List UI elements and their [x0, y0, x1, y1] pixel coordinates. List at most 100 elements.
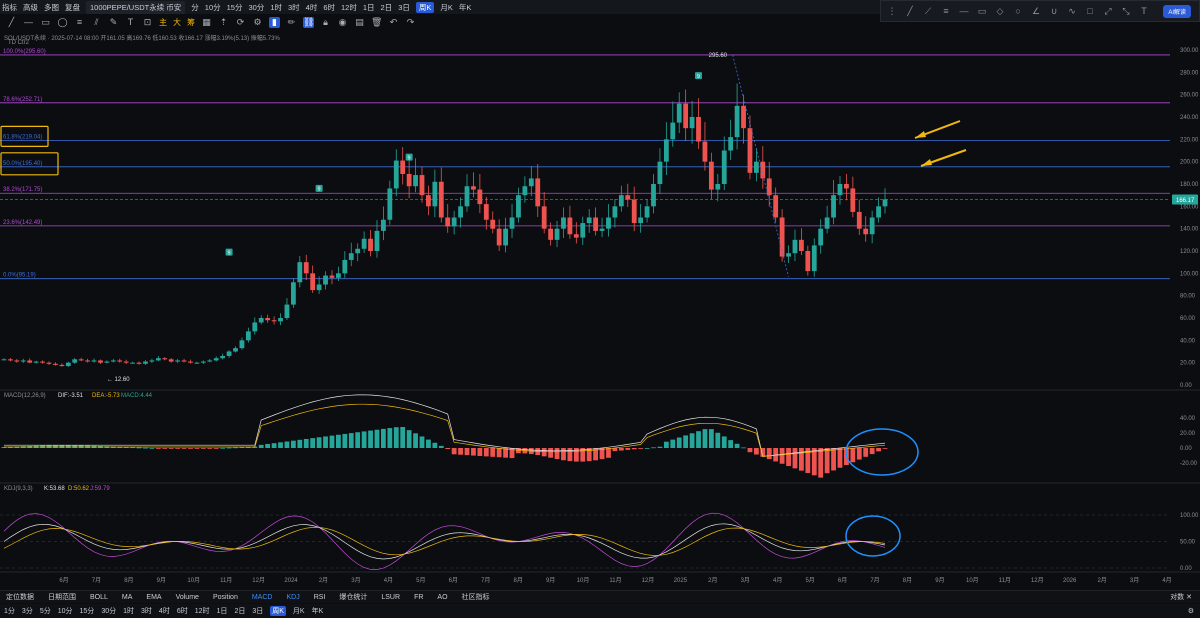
ib-6h[interactable]: 6时	[177, 606, 188, 616]
macd-bar	[387, 428, 393, 448]
locate-data-button[interactable]: 定位数据	[6, 592, 34, 602]
candle-body	[869, 217, 875, 235]
log-scale-toggle[interactable]: 对数 ✕	[1170, 592, 1192, 602]
macd-bar	[837, 448, 843, 468]
candle-body	[863, 228, 869, 235]
ib-monthly[interactable]: 月K	[293, 606, 305, 616]
macd-bar	[856, 448, 862, 460]
macd-dea-line	[4, 403, 886, 457]
ib-3m[interactable]: 3分	[22, 606, 33, 616]
macd-bar	[168, 448, 174, 449]
ib-5m[interactable]: 5分	[40, 606, 51, 616]
candle-body	[676, 103, 682, 123]
candle-body	[516, 195, 521, 218]
macd-bar	[753, 448, 759, 455]
ib-1m[interactable]: 1分	[4, 606, 15, 616]
macd-dif: DIF:-3.51	[58, 393, 84, 399]
ib-1h[interactable]: 1时	[123, 606, 134, 616]
ib-weekly[interactable]: 周K	[270, 606, 286, 616]
macd-bar	[779, 448, 785, 464]
candle-body	[316, 284, 322, 291]
time-tick-label: 6月	[59, 577, 68, 584]
ib-2d[interactable]: 2日	[234, 606, 245, 616]
macd-bar	[329, 435, 335, 448]
td-marker-label: 9	[697, 74, 700, 80]
macd-bar	[323, 436, 328, 448]
candle-body	[149, 360, 155, 362]
time-tick-label: 7月	[481, 577, 490, 584]
macd-axis-label: 0.00	[1180, 446, 1192, 452]
candle-body	[284, 304, 290, 318]
ib-30m[interactable]: 30分	[101, 606, 116, 616]
ib-1d[interactable]: 1日	[217, 606, 228, 616]
price-tick-label: 280.00	[1180, 70, 1199, 76]
ib-4h[interactable]: 4时	[159, 606, 170, 616]
indicator-macd[interactable]: MACD	[252, 594, 273, 601]
ib-3h[interactable]: 3时	[141, 606, 152, 616]
grid-lines	[0, 389, 1200, 573]
ib-12h[interactable]: 12时	[195, 606, 210, 616]
candle-body	[239, 340, 245, 349]
candle-body	[799, 239, 804, 251]
candle-body	[1, 359, 7, 361]
indicator-fr[interactable]: FR	[414, 594, 423, 601]
kdj-j: J:59.79	[90, 486, 110, 492]
candle-body	[194, 362, 200, 364]
settings-gear-icon[interactable]: ⚙	[1188, 607, 1194, 615]
candle-body	[554, 228, 560, 240]
indicator-ma[interactable]: MA	[122, 594, 133, 601]
candle-body	[818, 228, 824, 246]
ib-10m[interactable]: 10分	[58, 606, 73, 616]
indicator-ao[interactable]: AO	[437, 594, 447, 601]
candle-body	[837, 184, 843, 196]
fib-label: 38.2%(171.75)	[3, 187, 42, 193]
macd-bar	[233, 447, 238, 449]
time-tick-label: 2月	[1097, 577, 1106, 584]
date-range-button[interactable]: 日期范围	[48, 592, 76, 602]
community-indicators[interactable]: 社区指标	[462, 592, 490, 602]
time-tick-label: 9月	[157, 577, 166, 584]
macd-bar	[477, 448, 483, 456]
kdj-k: K:53.68	[44, 486, 65, 492]
candle-body	[541, 206, 547, 229]
ib-yearly[interactable]: 年K	[312, 606, 324, 616]
candle-body	[438, 181, 444, 218]
candle-body	[689, 117, 695, 129]
candle-body	[471, 186, 476, 190]
time-tick-label: 2月	[319, 577, 328, 584]
indicator-kdj[interactable]: KDJ	[286, 594, 299, 601]
macd-bar	[258, 444, 264, 448]
candle-body	[400, 160, 406, 174]
td-marker-label: 9	[408, 155, 411, 161]
ib-3d[interactable]: 3日	[252, 606, 263, 616]
macd-bar	[194, 448, 200, 449]
time-axis: 6月 7月 8月 9月 10月 11月 12月 2024 2月 3月 4月 5月 6月 7月 8月 9月 10月…	[59, 577, 1171, 584]
macd-bar	[181, 448, 187, 449]
indicator-liquidation[interactable]: 爆仓统计	[339, 592, 367, 602]
candle-body	[85, 360, 90, 362]
indicator-volume[interactable]: Volume	[176, 594, 199, 601]
macd-bar	[561, 448, 566, 461]
yellow-arrowhead	[915, 131, 926, 138]
chart-canvas[interactable]: 100.0%(295.60) 78.6%(252.71) 61.8%(219.04)…	[0, 0, 1200, 590]
annotations: 295.60 ← 12.60 9 9 9 9	[0, 53, 967, 557]
indicator-ema[interactable]: EMA	[146, 594, 161, 601]
time-tick-label: 9月	[935, 577, 944, 584]
macd-bar	[483, 448, 489, 457]
indicator-rsi[interactable]: RSI	[314, 594, 326, 601]
ib-15m[interactable]: 15分	[80, 606, 95, 616]
macd-bar	[721, 436, 727, 448]
candle-body	[580, 223, 586, 238]
indicator-boll[interactable]: BOLL	[90, 594, 108, 601]
candle-body	[657, 161, 663, 184]
macd-bar	[696, 431, 701, 448]
macd-bar	[657, 446, 663, 448]
candle-body	[708, 161, 714, 190]
candle-body	[786, 253, 791, 257]
price-tick-label: 220.00	[1180, 137, 1199, 143]
indicator-position[interactable]: Position	[213, 594, 238, 601]
macd-bar	[728, 440, 734, 448]
macd-bar	[689, 433, 695, 448]
macd-bar	[130, 447, 136, 449]
indicator-lsur[interactable]: LSUR	[381, 594, 400, 601]
